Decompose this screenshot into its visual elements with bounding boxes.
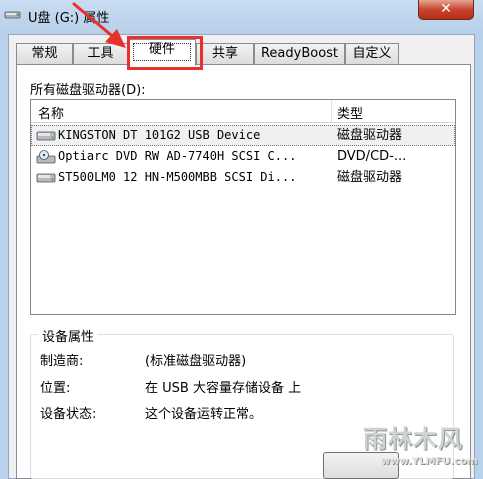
- column-divider[interactable]: [331, 100, 332, 122]
- manufacturer-label: 制造商:: [40, 354, 84, 369]
- tab-label: ReadyBoost: [260, 46, 339, 61]
- column-name-header[interactable]: 名称: [38, 103, 64, 122]
- device-name: KINGSTON DT 101G2 USB Device: [58, 128, 261, 142]
- list-header: 名称 类型: [31, 100, 455, 123]
- disk-drive-icon: [36, 173, 56, 183]
- device-type: 磁盘驱动器: [337, 128, 403, 143]
- location-label: 位置:: [40, 381, 71, 396]
- device-name: ST500LM0 12 HN-M500MBB SCSI Di...: [58, 170, 297, 184]
- tab-readyboost[interactable]: ReadyBoost: [254, 43, 345, 64]
- close-icon: ✕: [440, 1, 452, 17]
- manufacturer-value: (标准磁盘驱动器): [145, 354, 247, 369]
- table-row[interactable]: KINGSTON DT 101G2 USB Device 磁盘驱动器: [31, 125, 455, 146]
- disk-drives-list[interactable]: 名称 类型 KINGSTON DT 101G2 USB Device 磁盘驱动器…: [30, 99, 456, 315]
- annotation-arrow-icon: [72, 2, 126, 48]
- disk-drives-label: 所有磁盘驱动器(D):: [30, 83, 146, 98]
- tab-sharing[interactable]: 共享: [196, 43, 254, 64]
- dvd-drive-icon: [36, 150, 56, 164]
- column-type-header[interactable]: 类型: [337, 103, 363, 122]
- device-name: Optiarc DVD RW AD-7740H SCSI C...: [58, 149, 297, 163]
- close-button[interactable]: ✕: [418, 0, 474, 20]
- watermark-logo: 雨林木风 www.YLMFU.com: [355, 412, 483, 479]
- watermark-text: 雨林木风: [363, 424, 463, 453]
- device-properties-title: 设备属性: [38, 326, 99, 345]
- disk-drive-icon: [36, 131, 56, 141]
- watermark-url: www.YLMFU.com: [381, 456, 478, 467]
- location-value: 在 USB 大容量存储设备 上: [145, 381, 302, 396]
- device-status-label: 设备状态:: [40, 407, 97, 422]
- device-type: 磁盘驱动器: [337, 170, 403, 185]
- table-row[interactable]: Optiarc DVD RW AD-7740H SCSI C... DVD/CD…: [31, 146, 455, 167]
- device-status-value: 这个设备运转正常。: [145, 407, 263, 422]
- tab-customize[interactable]: 自定义: [345, 43, 399, 64]
- device-type: DVD/CD-...: [337, 149, 407, 164]
- tab-label: 自定义: [352, 46, 392, 61]
- table-row[interactable]: ST500LM0 12 HN-M500MBB SCSI Di... 磁盘驱动器: [31, 167, 455, 188]
- tab-label: 共享: [211, 46, 238, 61]
